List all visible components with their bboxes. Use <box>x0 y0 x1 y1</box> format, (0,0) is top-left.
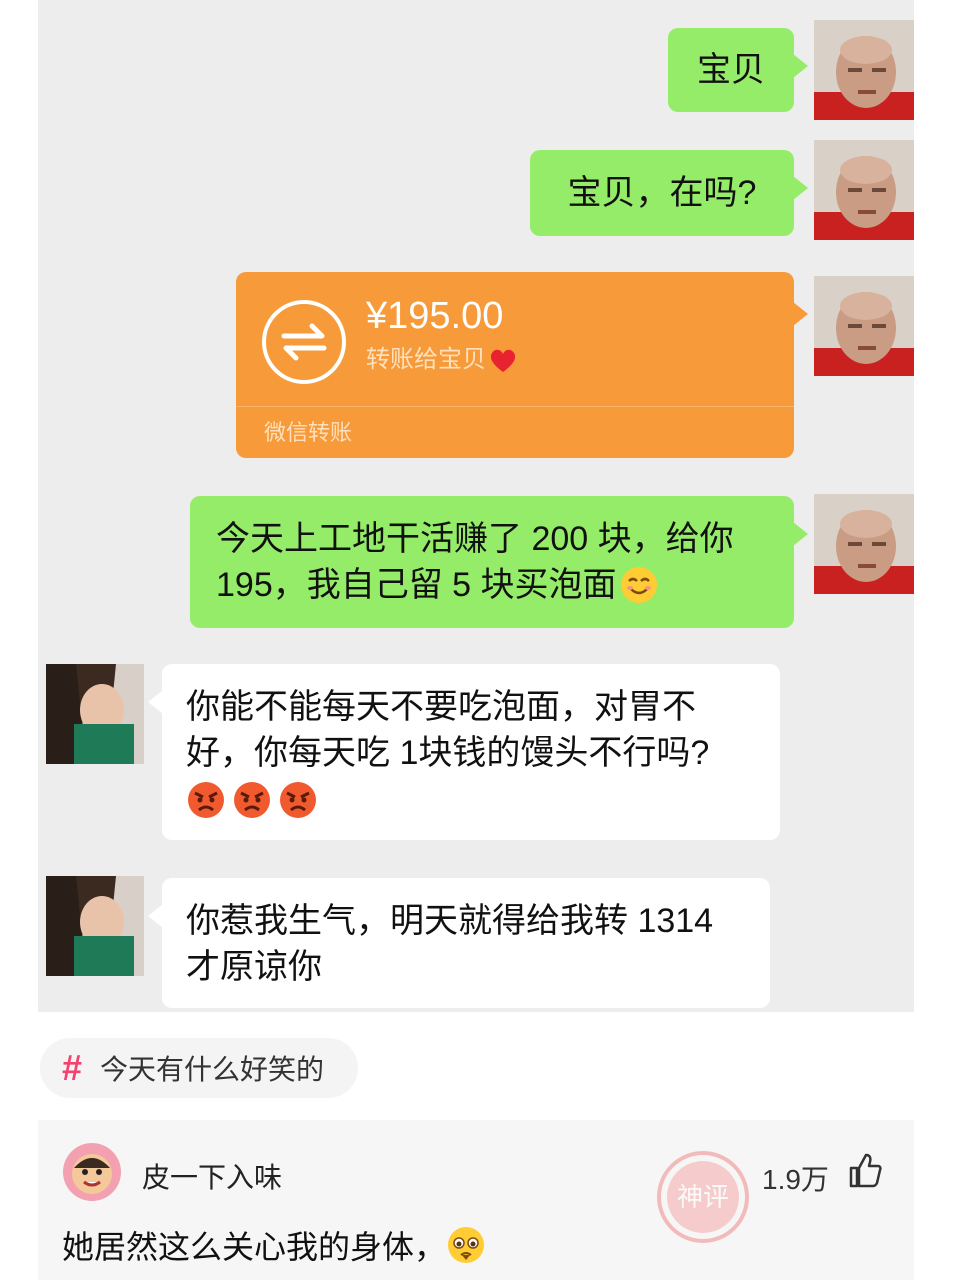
hashtag-icon: # <box>62 1047 83 1088</box>
message-text: 宝贝 <box>697 51 765 89</box>
message-line: 你惹我生气，明天就得给我转 1314 <box>186 902 714 940</box>
divider <box>236 406 794 407</box>
like-icon[interactable] <box>848 1152 882 1188</box>
sender-avatar[interactable] <box>814 494 914 594</box>
angry-emoji <box>232 780 272 820</box>
topic-label: 今天有什么好笑的 <box>100 1054 325 1085</box>
message-line: 今天上工地干活赚了 200 块，给你 <box>216 520 734 558</box>
pleading-emoji <box>446 1225 486 1265</box>
commenter-avatar[interactable] <box>62 1142 122 1202</box>
stamp: 神评 <box>648 1142 758 1252</box>
transfer-icon <box>262 300 346 384</box>
message-line: 好，你每天吃 1块钱的馒头不行吗? <box>186 734 710 772</box>
message-line-text: 195，我自己留 5 块买泡面 <box>216 566 617 604</box>
comment-card: 皮一下入味 神评 1.9万 她居然这么关心我的身体， <box>38 1120 914 1280</box>
sender-avatar[interactable] <box>814 276 914 376</box>
receiver-avatar[interactable] <box>46 876 144 976</box>
message-bubble-received[interactable]: 你惹我生气，明天就得给我转 1314 才原谅你 <box>148 878 770 1008</box>
chat-area: 宝贝 宝贝，在吗? ¥195.00 转账给宝贝 微信转账 今天上工地干活赚了 2… <box>38 0 914 1012</box>
message-line: 195，我自己留 5 块买泡面 <box>216 562 768 608</box>
comment-text: 她居然这么关心我的身体， <box>62 1222 486 1268</box>
like-count: 1.9万 <box>762 1164 829 1195</box>
transfer-note: 转账给宝贝 <box>366 344 518 376</box>
message-text: 宝贝，在吗? <box>567 174 757 212</box>
angry-emoji <box>278 780 318 820</box>
angry-emoji <box>186 780 226 820</box>
transfer-amount: ¥195.00 <box>366 295 504 337</box>
smiling-emoji <box>619 565 659 605</box>
message-line: 你能不能每天不要吃泡面，对胃不 <box>186 688 696 726</box>
comment-body: 她居然这么关心我的身体， <box>62 1229 447 1265</box>
message-line: 才原谅你 <box>186 948 322 986</box>
message-bubble-received[interactable]: 你能不能每天不要吃泡面，对胃不 好，你每天吃 1块钱的馒头不行吗? <box>148 664 780 840</box>
sender-avatar[interactable] <box>814 140 914 240</box>
message-bubble-sent[interactable]: 宝贝，在吗? <box>530 150 808 236</box>
sender-avatar[interactable] <box>814 20 914 120</box>
message-bubble-sent[interactable]: 宝贝 <box>668 28 808 112</box>
transfer-note-text: 转账给宝贝 <box>366 346 486 373</box>
heart-icon <box>488 346 518 374</box>
receiver-avatar[interactable] <box>46 664 144 764</box>
commenter-name[interactable]: 皮一下入味 <box>142 1156 282 1196</box>
transfer-footer: 微信转账 <box>264 420 353 445</box>
topic-tag[interactable]: # 今天有什么好笑的 <box>40 1038 358 1098</box>
message-bubble-sent[interactable]: 今天上工地干活赚了 200 块，给你 195，我自己留 5 块买泡面 <box>190 496 808 628</box>
transfer-card[interactable]: ¥195.00 转账给宝贝 微信转账 <box>236 272 808 458</box>
emoji-row <box>186 780 756 820</box>
stamp-text: 神评 <box>677 1183 729 1213</box>
